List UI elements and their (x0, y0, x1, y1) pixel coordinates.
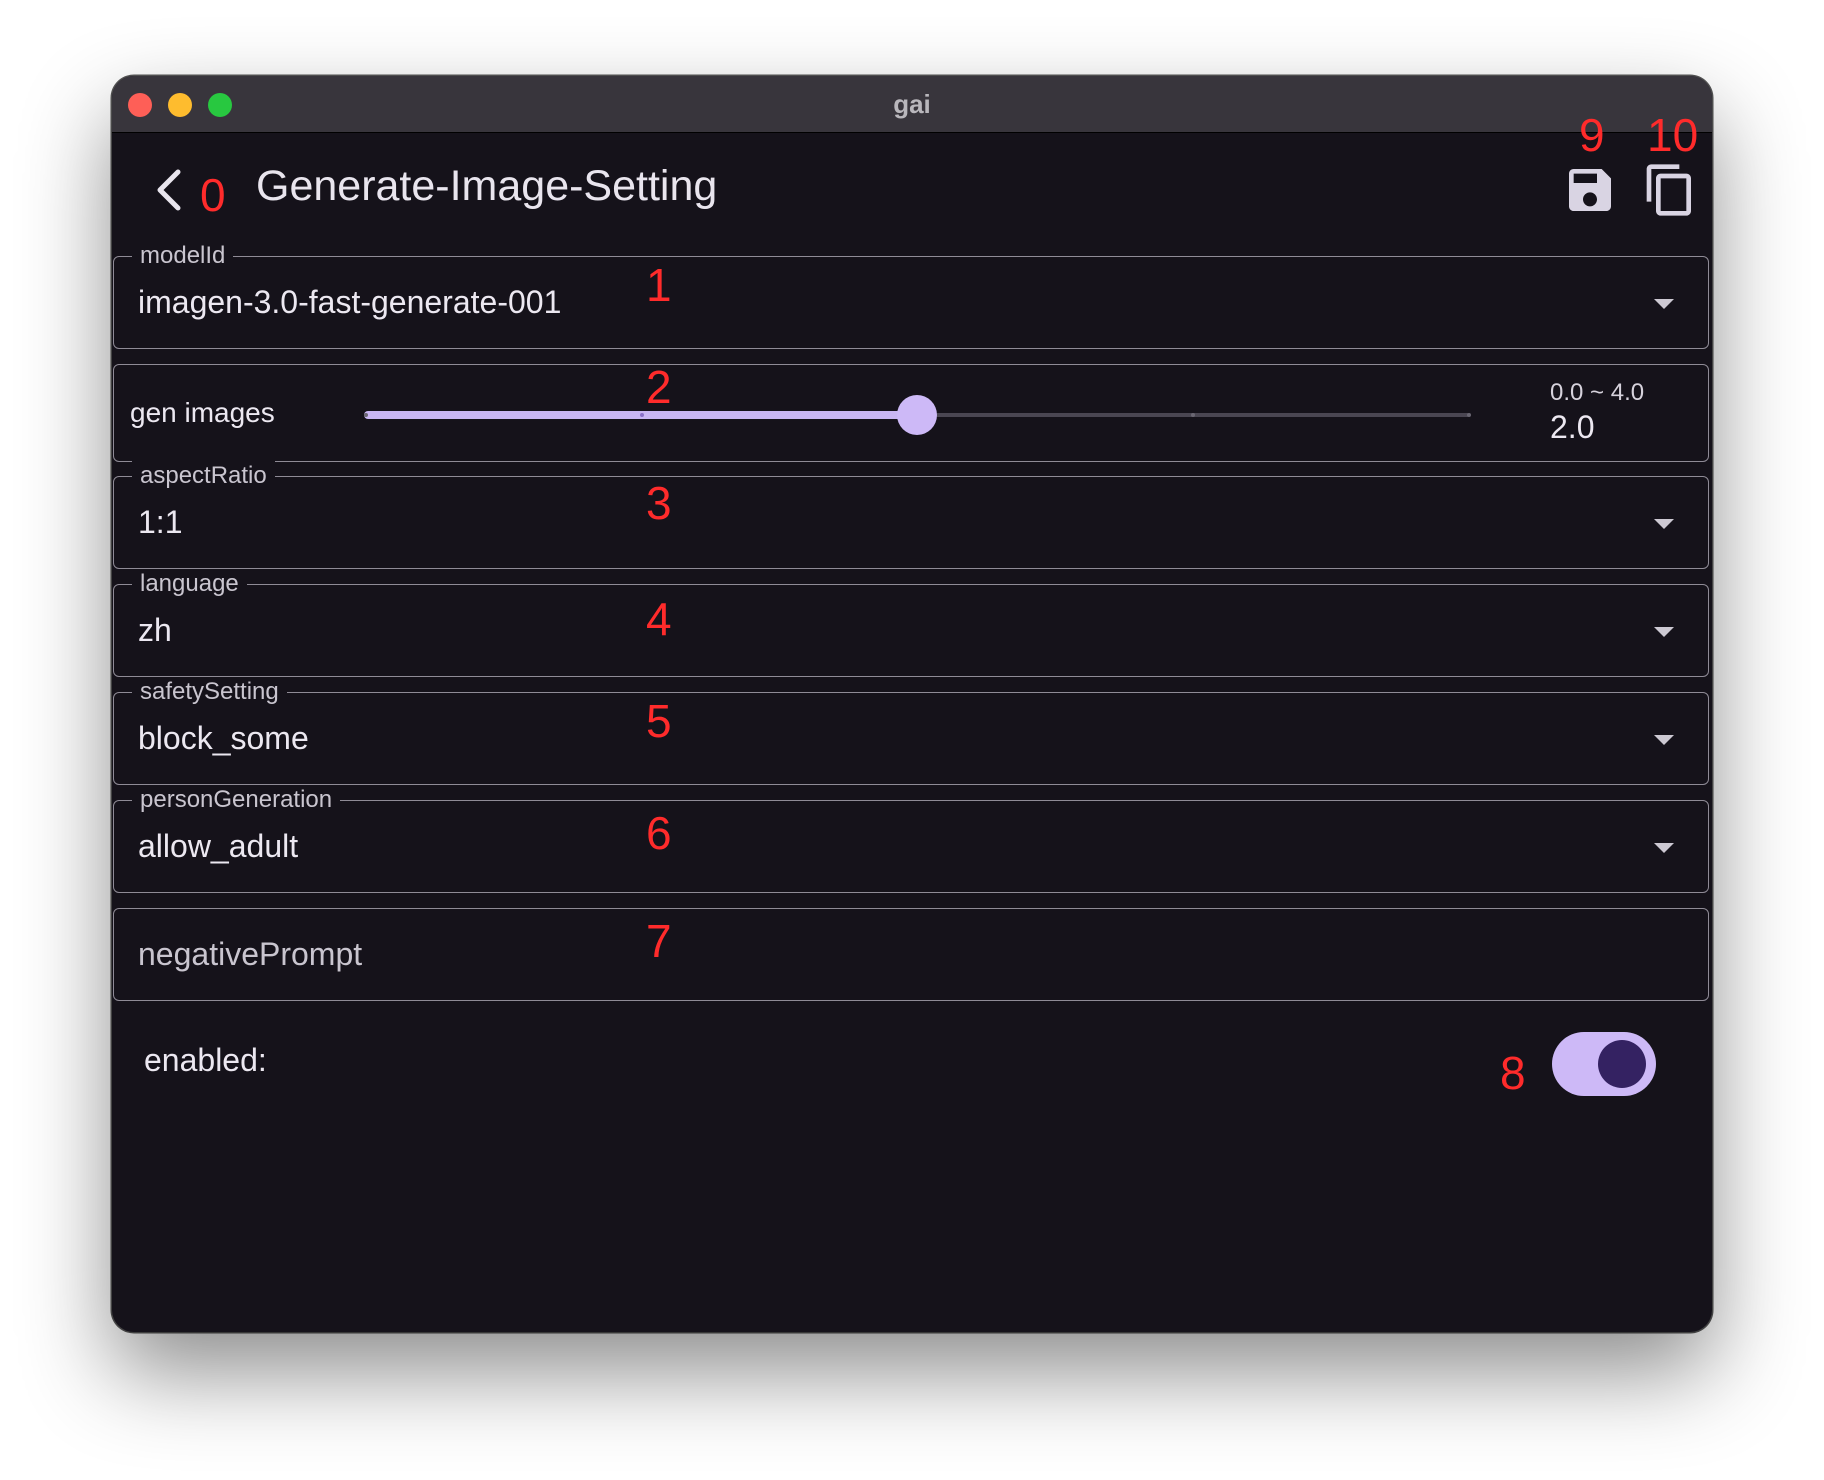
annotation-label: 7 (646, 915, 672, 967)
page-title: Generate-Image-Setting (256, 162, 718, 210)
annotation-label: 4 (646, 593, 672, 645)
slider-tick (1191, 413, 1195, 417)
model-id-dropdown[interactable]: modelId imagen-3.0-fast-generate-001 (113, 241, 1709, 349)
chevron-left-icon (157, 169, 181, 211)
annotation-label: 0 (200, 169, 226, 221)
annotation-label: 5 (646, 695, 672, 747)
back-button[interactable] (150, 164, 190, 216)
aspect-ratio-value: 1:1 (138, 504, 183, 540)
gen-images-label: gen images (130, 397, 275, 428)
save-icon (1569, 169, 1611, 211)
safety-setting-label: safetySetting (132, 677, 287, 707)
slider-value-text: 2.0 (1550, 409, 1595, 445)
gen-images-slider-row: gen images 0.0 ~ 4.0 2.0 (113, 364, 1709, 462)
annotation-label: 9 (1579, 109, 1605, 161)
safety-setting-value: block_some (138, 720, 309, 756)
language-value: zh (138, 612, 172, 648)
negative-prompt-placeholder: negativePrompt (138, 936, 363, 972)
model-id-label: modelId (132, 241, 234, 271)
language-label: language (132, 569, 247, 599)
dropdown-arrow-icon (1654, 299, 1674, 309)
title-bar: gai (112, 76, 1712, 133)
dropdown-arrow-icon (1654, 735, 1674, 745)
person-generation-label: personGeneration (132, 785, 341, 815)
model-id-value: imagen-3.0-fast-generate-001 (138, 284, 562, 320)
enabled-label: enabled: (144, 1042, 267, 1078)
annotation-label: 1 (646, 259, 672, 311)
save-button[interactable] (1562, 162, 1618, 218)
window-title: gai (893, 89, 931, 119)
slider-thumb[interactable] (897, 395, 937, 435)
slider-tick (1467, 413, 1471, 417)
slider-tick (640, 413, 644, 417)
dropdown-arrow-icon (1654, 519, 1674, 529)
dropdown-arrow-icon (1654, 627, 1674, 637)
dropdown-arrow-icon (1654, 843, 1674, 853)
person-generation-value: allow_adult (138, 828, 299, 864)
toggle-knob (1598, 1040, 1646, 1088)
copy-icon (1646, 164, 1691, 216)
negative-prompt-input[interactable]: negativePrompt (113, 908, 1709, 1001)
copy-button[interactable] (1642, 162, 1698, 218)
person-generation-dropdown[interactable]: personGeneration allow_adult (113, 785, 1709, 893)
annotation-label: 8 (1500, 1047, 1526, 1099)
aspect-ratio-label: aspectRatio (132, 461, 275, 491)
language-dropdown[interactable]: language zh (113, 569, 1709, 677)
app-window: gai 0 Generate-Image-Setting 9 10 modelI… (112, 76, 1712, 1332)
annotation-label: 3 (646, 477, 672, 529)
safety-setting-dropdown[interactable]: safetySetting block_some (113, 677, 1709, 785)
slider-tick (364, 413, 368, 417)
slider-range-text: 0.0 ~ 4.0 (1550, 379, 1645, 406)
annotation-label: 10 (1647, 109, 1699, 161)
aspect-ratio-dropdown[interactable]: aspectRatio 1:1 (113, 461, 1709, 569)
annotation-label: 2 (646, 361, 672, 413)
enabled-toggle[interactable] (1552, 1032, 1656, 1096)
annotation-label: 6 (646, 807, 672, 859)
